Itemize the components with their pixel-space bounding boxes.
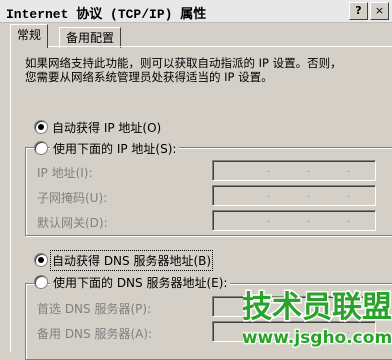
tab-alternate-config[interactable]: 备用配置 bbox=[59, 27, 122, 48]
tab-general-label: 常规 bbox=[17, 28, 42, 42]
manual-dns-label[interactable]: 使用下面的 DNS 服务器地址(E): bbox=[50, 274, 231, 291]
manual-dns-radio[interactable] bbox=[34, 275, 48, 289]
close-button[interactable]: × bbox=[370, 2, 389, 20]
tab-panel bbox=[10, 46, 392, 352]
title-bar: Internet 协议 (TCP/IP) 属性 ? × bbox=[0, 0, 392, 23]
help-button[interactable]: ? bbox=[349, 2, 368, 20]
window-title: Internet 协议 (TCP/IP) 属性 bbox=[6, 7, 207, 22]
manual-ip-label[interactable]: 使用下面的 IP 地址(S): bbox=[50, 140, 180, 157]
tab-alternate-config-label: 备用配置 bbox=[66, 31, 115, 45]
manual-ip-radio[interactable] bbox=[34, 141, 48, 155]
tab-general[interactable]: 常规 bbox=[10, 24, 49, 48]
